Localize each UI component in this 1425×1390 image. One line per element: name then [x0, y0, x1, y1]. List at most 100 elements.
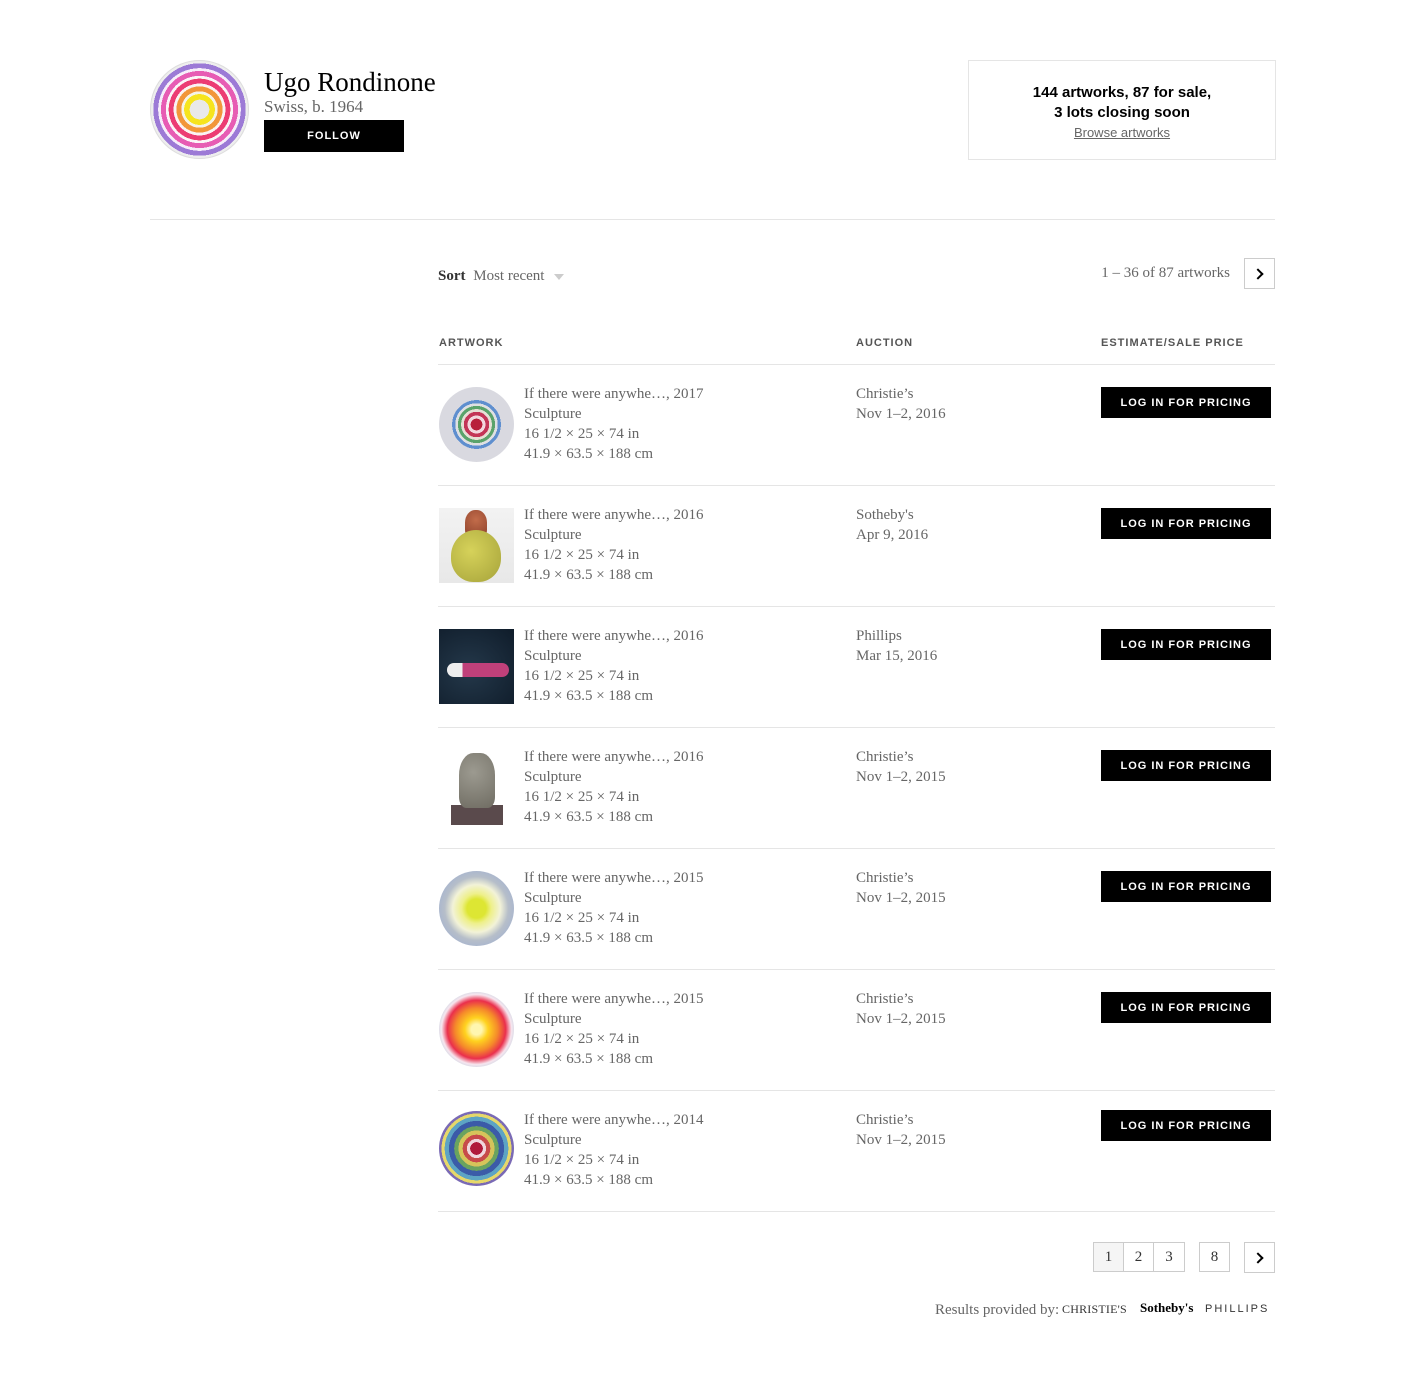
- log-in-for-pricing-button[interactable]: LOG IN FOR PRICING: [1101, 508, 1271, 539]
- auction-info: Christie’s Nov 1–2, 2016: [856, 384, 946, 424]
- artwork-info: If there were anywhe…, 2016 Sculpture 16…: [524, 626, 704, 706]
- auction-info: Sotheby's Apr 9, 2016: [856, 505, 928, 545]
- artwork-size-cm: 41.9 × 63.5 × 188 cm: [524, 930, 653, 946]
- log-in-for-pricing-button[interactable]: LOG IN FOR PRICING: [1101, 629, 1271, 660]
- sort-label: Sort: [438, 268, 466, 284]
- page-button-2[interactable]: 2: [1123, 1242, 1154, 1272]
- table-row: If there were anywhe…, 2017 Sculpture 16…: [438, 365, 1275, 486]
- reclining-figure: [447, 663, 509, 677]
- auction-date: Mar 15, 2016: [856, 648, 938, 664]
- artwork-info: If there were anywhe…, 2015 Sculpture 16…: [524, 868, 704, 948]
- artwork-thumbnail[interactable]: [439, 629, 514, 704]
- auction-info: Christie’s Nov 1–2, 2015: [856, 1110, 946, 1150]
- artist-bio: Swiss, b. 1964: [264, 97, 364, 116]
- page-button-1[interactable]: 1: [1093, 1242, 1124, 1272]
- header-divider: [150, 219, 1275, 220]
- artwork-title[interactable]: If there were anywhe…, 2014: [524, 1110, 704, 1130]
- artwork-size-in: 16 1/2 × 25 × 74 in: [524, 668, 640, 684]
- auction-date: Nov 1–2, 2015: [856, 890, 946, 906]
- artwork-medium: Sculpture: [524, 406, 582, 422]
- artwork-medium: Sculpture: [524, 890, 582, 906]
- table-row: If there were anywhe…, 2015 Sculpture 16…: [438, 849, 1275, 970]
- chevron-right-icon: [1252, 1251, 1264, 1264]
- artwork-medium: Sculpture: [524, 769, 582, 785]
- column-header-artwork: ARTWORK: [439, 337, 504, 349]
- artwork-medium: Sculpture: [524, 648, 582, 664]
- christies-logo: CHRISTIE'S: [1062, 1302, 1127, 1316]
- table-row: If there were anywhe…, 2015 Sculpture 16…: [438, 970, 1275, 1091]
- auction-house: Christie’s: [856, 749, 914, 765]
- sort-value: Most recent: [473, 268, 545, 284]
- column-header-price: ESTIMATE/SALE PRICE: [1101, 337, 1244, 349]
- auction-date: Apr 9, 2016: [856, 527, 929, 543]
- artwork-title[interactable]: If there were anywhe…, 2015: [524, 989, 704, 1009]
- pear-body: [451, 530, 501, 582]
- browse-artworks-link[interactable]: Browse artworks: [1074, 125, 1170, 140]
- artwork-title[interactable]: If there were anywhe…, 2015: [524, 868, 704, 888]
- log-in-for-pricing-button[interactable]: LOG IN FOR PRICING: [1101, 387, 1271, 418]
- follow-button[interactable]: FOLLOW: [264, 120, 404, 152]
- artwork-title[interactable]: If there were anywhe…, 2017: [524, 384, 704, 404]
- auction-house: Phillips: [856, 628, 902, 644]
- sculpture-base: [451, 805, 503, 825]
- artwork-size-cm: 41.9 × 63.5 × 188 cm: [524, 446, 653, 462]
- auction-info: Christie’s Nov 1–2, 2015: [856, 868, 946, 908]
- artwork-thumbnail[interactable]: [439, 508, 514, 583]
- artwork-size-cm: 41.9 × 63.5 × 188 cm: [524, 1172, 653, 1188]
- page-button-3[interactable]: 3: [1153, 1242, 1185, 1272]
- artwork-medium: Sculpture: [524, 1132, 582, 1148]
- artwork-info: If there were anywhe…, 2017 Sculpture 16…: [524, 384, 704, 464]
- auction-info: Phillips Mar 15, 2016: [856, 626, 937, 666]
- artwork-info: If there were anywhe…, 2014 Sculpture 16…: [524, 1110, 704, 1190]
- log-in-for-pricing-button[interactable]: LOG IN FOR PRICING: [1101, 1110, 1271, 1141]
- artwork-size-cm: 41.9 × 63.5 × 188 cm: [524, 688, 653, 704]
- summary-line-2: 3 lots closing soon: [1054, 104, 1190, 121]
- artwork-size-cm: 41.9 × 63.5 × 188 cm: [524, 809, 653, 825]
- page-button-8[interactable]: 8: [1199, 1242, 1230, 1272]
- auction-house: Christie’s: [856, 386, 914, 402]
- artwork-thumbnail[interactable]: [439, 750, 514, 825]
- artwork-medium: Sculpture: [524, 1011, 582, 1027]
- artwork-size-in: 16 1/2 × 25 × 74 in: [524, 426, 640, 442]
- artwork-size-in: 16 1/2 × 25 × 74 in: [524, 1031, 640, 1047]
- chevron-right-icon: [1252, 267, 1264, 280]
- column-header-auction: AUCTION: [856, 337, 914, 349]
- artwork-medium: Sculpture: [524, 527, 582, 543]
- sort-dropdown[interactable]: Sort Most recent: [438, 266, 565, 286]
- artwork-size-in: 16 1/2 × 25 × 74 in: [524, 789, 640, 805]
- artist-avatar: [150, 60, 249, 159]
- log-in-for-pricing-button[interactable]: LOG IN FOR PRICING: [1101, 992, 1271, 1023]
- artwork-thumbnail[interactable]: [439, 992, 514, 1067]
- artwork-thumbnail[interactable]: [439, 871, 514, 946]
- log-in-for-pricing-button[interactable]: LOG IN FOR PRICING: [1101, 750, 1271, 781]
- artwork-title[interactable]: If there were anywhe…, 2016: [524, 747, 704, 767]
- artwork-thumbnail[interactable]: [439, 1111, 514, 1186]
- auction-house: Christie’s: [856, 870, 914, 886]
- artist-name: Ugo Rondinone: [264, 67, 436, 97]
- artwork-title[interactable]: If there were anywhe…, 2016: [524, 626, 704, 646]
- auction-house: Christie’s: [856, 991, 914, 1007]
- artwork-title[interactable]: If there were anywhe…, 2016: [524, 505, 704, 525]
- artwork-size-cm: 41.9 × 63.5 × 188 cm: [524, 1051, 653, 1067]
- next-page-button-bottom[interactable]: [1244, 1242, 1275, 1273]
- artwork-size-cm: 41.9 × 63.5 × 188 cm: [524, 567, 653, 583]
- results-count: 1 – 36 of 87 artworks: [1101, 265, 1230, 281]
- stone-head: [459, 753, 495, 808]
- caret-down-icon: [554, 273, 565, 280]
- auction-info: Christie’s Nov 1–2, 2015: [856, 989, 946, 1029]
- auction-house: Christie’s: [856, 1112, 914, 1128]
- artwork-summary-card: 144 artworks, 87 for sale, 3 lots closin…: [968, 60, 1276, 160]
- next-page-button-top[interactable]: [1244, 258, 1275, 289]
- phillips-logo: PHILLIPS: [1205, 1303, 1270, 1315]
- table-row: If there were anywhe…, 2016 Sculpture 16…: [438, 486, 1275, 607]
- auction-date: Nov 1–2, 2015: [856, 769, 946, 785]
- log-in-for-pricing-button[interactable]: LOG IN FOR PRICING: [1101, 871, 1271, 902]
- table-row: If there were anywhe…, 2016 Sculpture 16…: [438, 728, 1275, 849]
- table-row: If there were anywhe…, 2014 Sculpture 16…: [438, 1091, 1275, 1212]
- artwork-info: If there were anywhe…, 2015 Sculpture 16…: [524, 989, 704, 1069]
- artwork-thumbnail[interactable]: [439, 387, 514, 462]
- table-row: If there were anywhe…, 2016 Sculpture 16…: [438, 607, 1275, 728]
- artwork-size-in: 16 1/2 × 25 × 74 in: [524, 910, 640, 926]
- artwork-info: If there were anywhe…, 2016 Sculpture 16…: [524, 505, 704, 585]
- sothebys-logo: Sotheby's: [1140, 1300, 1194, 1315]
